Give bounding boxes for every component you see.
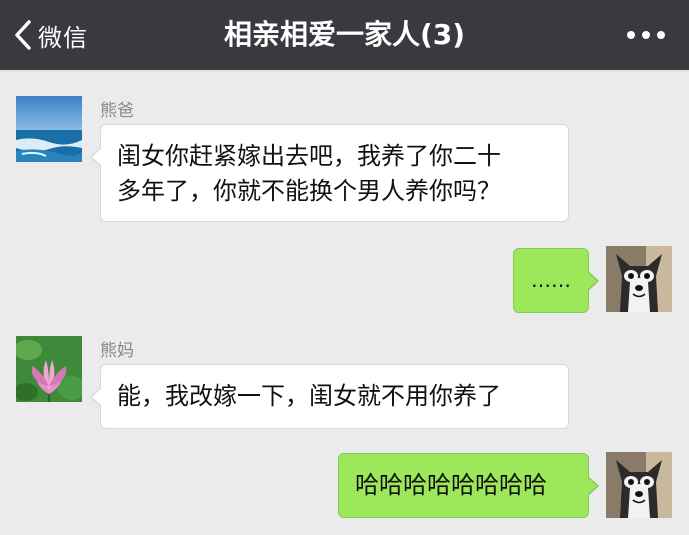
chevron-left-icon — [14, 19, 32, 51]
more-dots-icon[interactable] — [627, 25, 665, 45]
back-label: 微信 — [38, 23, 88, 52]
message-bubble[interactable]: 哈哈哈哈哈哈哈哈 — [338, 453, 599, 518]
lotus-flower-avatar[interactable] — [16, 336, 82, 402]
husky-dog-avatar[interactable] — [606, 452, 672, 518]
sender-name: 熊妈 — [100, 341, 134, 361]
message-bubble[interactable]: 能，我改嫁一下，闺女就不用你养了 — [90, 364, 569, 429]
chat-header: 微信 相亲相爱一家人(3) — [0, 0, 689, 70]
chat-title: 相亲相爱一家人(3) — [223, 18, 466, 51]
message-text: …… — [531, 268, 571, 292]
back-button[interactable]: 微信 — [14, 0, 88, 70]
message-line: 多年了，你就不能换个男人养你吗？ — [117, 177, 501, 205]
ocean-beach-avatar[interactable] — [16, 96, 82, 162]
message-bubble[interactable]: 闺女你赶紧嫁出去吧，我养了你二十 多年了，你就不能换个男人养你吗？ — [90, 124, 569, 222]
message-text: 能，我改嫁一下，闺女就不用你养了 — [117, 382, 501, 410]
sender-name: 熊爸 — [100, 101, 134, 121]
husky-dog-avatar[interactable] — [606, 246, 672, 312]
message-line: 闺女你赶紧嫁出去吧，我养了你二十 — [117, 142, 501, 170]
message-bubble[interactable]: …… — [513, 248, 599, 313]
message-text: 哈哈哈哈哈哈哈哈 — [355, 471, 547, 499]
header-divider — [0, 70, 689, 72]
